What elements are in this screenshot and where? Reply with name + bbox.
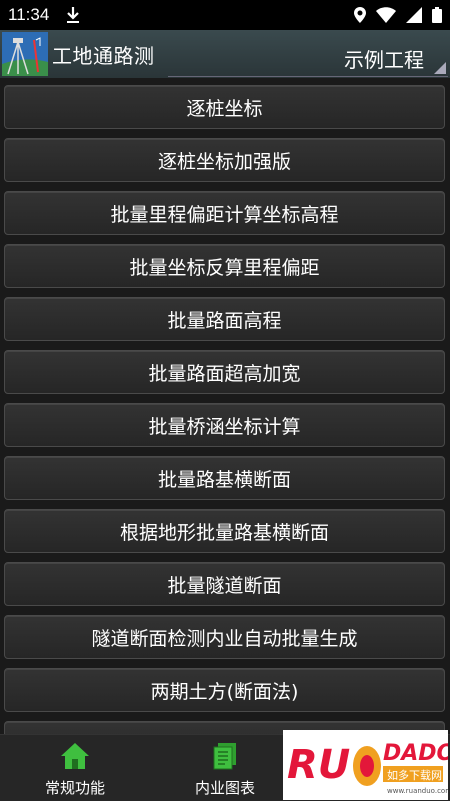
menu-item-zhuzhuang-zuobiao[interactable]: 逐桩坐标 (4, 85, 445, 129)
document-icon (213, 743, 236, 770)
project-select-label: 示例工程 (344, 48, 424, 72)
menu-item-batch-inverse[interactable]: 批量坐标反算里程偏距 (4, 244, 445, 288)
surveyor-logo-icon (2, 32, 48, 76)
svg-text:如多下载网: 如多下载网 (387, 768, 442, 782)
home-icon (61, 743, 89, 769)
menu-item-batch-bridge[interactable]: 批量桥涵坐标计算 (4, 403, 445, 447)
dropdown-triangle-icon (434, 62, 446, 74)
menu-list[interactable]: 逐桩坐标 逐桩坐标加强版 批量里程偏距计算坐标高程 批量坐标反算里程偏距 批量路… (0, 82, 450, 734)
menu-item-batch-road-elevation[interactable]: 批量路面高程 (4, 297, 445, 341)
battery-icon (432, 7, 442, 23)
menu-item-zhuzhuang-zuobiao-plus[interactable]: 逐桩坐标加强版 (4, 138, 445, 182)
status-icons (354, 7, 442, 23)
tab-general[interactable]: 常规功能 (0, 735, 150, 801)
svg-text:www.ruanduo.com: www.ruanduo.com (387, 787, 448, 795)
tab-office-label: 内业图表 (194, 779, 255, 797)
status-bar: 11:34 (0, 0, 450, 30)
download-icon (67, 7, 79, 23)
tab-office[interactable]: 内业图表 (150, 735, 300, 801)
project-select[interactable]: 示例工程 (168, 40, 448, 77)
status-time: 11:34 (8, 5, 50, 24)
menu-item-earthwork[interactable]: 两期土方(断面法) (4, 668, 445, 712)
app-title: 工地通路测 (52, 44, 155, 68)
ruanduo-watermark-logo: RU DADO 如多下载网 www.ruanduo.com (283, 730, 448, 800)
signal-icon (406, 7, 422, 23)
wifi-icon (376, 7, 396, 23)
menu-item-batch-superelevation[interactable]: 批量路面超高加宽 (4, 350, 445, 394)
location-icon (354, 7, 366, 23)
menu-item-batch-tunnel[interactable]: 批量隧道断面 (4, 562, 445, 606)
menu-item-tunnel-inspection[interactable]: 隧道断面检测内业自动批量生成 (4, 615, 445, 659)
tab-general-label: 常规功能 (44, 779, 105, 797)
menu-item-terrain-cross-section[interactable]: 根据地形批量路基横断面 (4, 509, 445, 553)
menu-item-batch-cross-section[interactable]: 批量路基横断面 (4, 456, 445, 500)
svg-text:DADO: DADO (383, 741, 448, 766)
svg-text:RU: RU (287, 742, 350, 788)
menu-item-batch-mileage-offset[interactable]: 批量里程偏距计算坐标高程 (4, 191, 445, 235)
